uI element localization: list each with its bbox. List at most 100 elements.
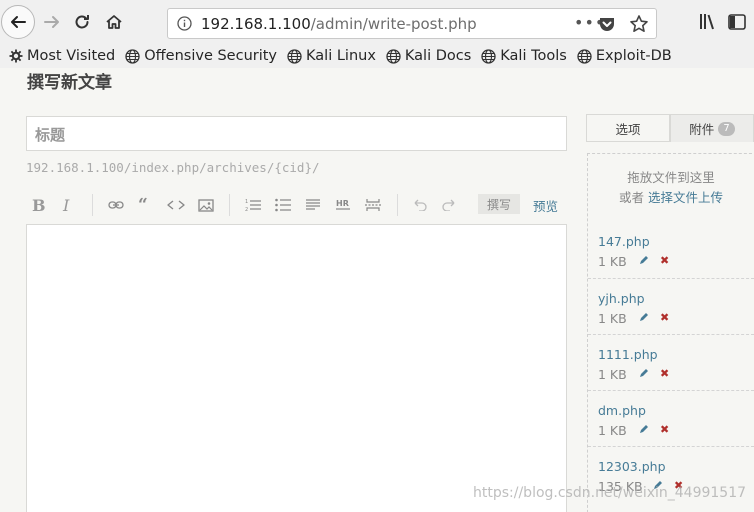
attachment-size: 1 KB: [598, 311, 627, 326]
arrow-left-icon: [11, 16, 26, 28]
tab-attachments-label: 附件: [689, 122, 715, 137]
attachment-name[interactable]: yjh.php: [598, 291, 645, 306]
content-editor[interactable]: [26, 224, 567, 512]
pencil-icon[interactable]: [638, 424, 649, 435]
bookmark-kali-linux[interactable]: Kali Linux: [287, 48, 376, 64]
browser-navbar: 192.168.1.100/admin/write-post.php •••: [0, 0, 754, 44]
reload-icon: [75, 15, 89, 29]
permalink[interactable]: 192.168.1.100/index.php/archives/{cid}/: [26, 160, 320, 175]
page-title: 撰写新文章: [27, 73, 112, 93]
bookmark-most-visited[interactable]: Most Visited: [9, 48, 115, 64]
code-icon: [167, 200, 185, 210]
delete-icon[interactable]: ✖: [660, 311, 669, 324]
svg-text:HR: HR: [336, 199, 349, 208]
link-button[interactable]: [108, 196, 124, 214]
tab-options[interactable]: 选项: [586, 114, 670, 142]
pocket-icon[interactable]: [598, 16, 616, 33]
bookmark-kali-docs[interactable]: Kali Docs: [386, 48, 471, 64]
code-button[interactable]: [167, 196, 185, 214]
globe-icon: [481, 48, 496, 64]
pencil-icon[interactable]: [638, 312, 649, 323]
svg-text:2: 2: [245, 207, 248, 212]
sidebar-tabs: 选项 附件 7: [586, 114, 754, 142]
home-button[interactable]: [98, 6, 130, 38]
attachment-item: 1111.php 1 KB ✖: [588, 334, 754, 390]
pencil-icon[interactable]: [638, 255, 649, 266]
italic-button[interactable]: I: [63, 196, 69, 215]
sidebar-toggle-icon[interactable]: [728, 13, 746, 31]
attachment-size: 1 KB: [598, 367, 627, 382]
forward-button[interactable]: [36, 6, 68, 38]
reload-button[interactable]: [66, 6, 98, 38]
quote-icon: “: [138, 195, 148, 215]
editor-toolbar: B I “ 12 HR 撰写 预览: [26, 190, 567, 220]
bookmark-label: Offensive Security: [144, 48, 278, 64]
url-host: 192.168.1.100: [201, 15, 311, 33]
ordered-list-icon: 12: [245, 199, 261, 212]
undo-icon: [414, 199, 427, 211]
redo-button[interactable]: [442, 196, 456, 214]
unordered-list-icon: [275, 198, 291, 212]
image-icon: [198, 198, 214, 212]
attachment-item: dm.php 1 KB ✖: [588, 390, 754, 446]
attachment-count-badge: 7: [718, 121, 735, 136]
select-file-upload-link[interactable]: 选择文件上传: [648, 190, 723, 205]
ordered-list-button[interactable]: 12: [245, 196, 261, 214]
pencil-icon[interactable]: [638, 368, 649, 379]
heading-icon: [306, 199, 320, 210]
bookmark-offensive-security[interactable]: Offensive Security: [125, 48, 277, 64]
post-title-placeholder: 标题: [35, 126, 66, 144]
attachment-size: 1 KB: [598, 254, 627, 269]
tab-attachments[interactable]: 附件 7: [670, 114, 754, 142]
bookmark-exploit-db[interactable]: Exploit-DB: [577, 48, 672, 64]
delete-icon[interactable]: ✖: [660, 423, 669, 436]
preview-tab[interactable]: 预览: [533, 196, 558, 215]
toolbar-divider: [229, 194, 230, 216]
back-button[interactable]: [1, 5, 35, 39]
url-path: /admin/write-post.php: [310, 15, 477, 33]
attachment-name[interactable]: dm.php: [598, 403, 646, 418]
horizontal-rule-button[interactable]: HR: [335, 196, 351, 214]
bookmark-kali-tools[interactable]: Kali Tools: [481, 48, 567, 64]
image-button[interactable]: [198, 196, 214, 214]
drop-or-text: 或者: [618, 190, 644, 205]
bookmark-label: Most Visited: [27, 48, 116, 64]
delete-icon[interactable]: ✖: [660, 254, 669, 267]
info-icon[interactable]: [177, 16, 192, 31]
toolbar-divider: [92, 194, 93, 216]
watermark: https://blog.csdn.net/weixin_44991517: [473, 485, 747, 501]
attachment-name[interactable]: 1111.php: [598, 347, 658, 362]
redo-icon: [442, 199, 455, 211]
attachment-item: yjh.php 1 KB ✖: [588, 278, 754, 334]
page-break-icon: [365, 199, 381, 211]
star-icon[interactable]: [629, 14, 649, 34]
url-text[interactable]: 192.168.1.100/admin/write-post.php: [201, 15, 477, 33]
more-button[interactable]: [365, 196, 381, 214]
undo-button[interactable]: [413, 196, 427, 214]
link-icon: [108, 201, 124, 209]
heading-button[interactable]: [305, 196, 321, 214]
bookmark-label: Exploit-DB: [595, 48, 672, 64]
arrow-right-icon: [44, 16, 59, 28]
post-title-input[interactable]: 标题: [26, 116, 567, 151]
upload-drop-zone[interactable]: 拖放文件到这里 或者 选择文件上传: [588, 168, 754, 208]
globe-icon: [287, 48, 302, 64]
globe-icon: [386, 48, 401, 64]
bold-button[interactable]: B: [32, 196, 46, 215]
globe-icon: [125, 48, 140, 64]
blockquote-button[interactable]: “: [138, 195, 148, 215]
page-content: 撰写新文章 标题 192.168.1.100/index.php/archive…: [0, 68, 754, 512]
drop-hint: 拖放文件到这里: [627, 170, 715, 185]
hr-icon: HR: [336, 199, 350, 210]
attachment-name[interactable]: 12303.php: [598, 459, 666, 474]
attachment-name[interactable]: 147.php: [598, 234, 650, 249]
bookmark-label: Kali Docs: [404, 48, 472, 64]
write-tab[interactable]: 撰写: [478, 194, 520, 214]
bookmarks-bar: Most Visited Offensive Security Kali Lin…: [0, 44, 754, 68]
unordered-list-button[interactable]: [275, 196, 291, 214]
globe-icon: [577, 48, 592, 64]
library-icon[interactable]: [699, 13, 717, 31]
attachment-panel: 拖放文件到这里 或者 选择文件上传 147.php 1 KB ✖ yjh.php…: [587, 153, 754, 512]
delete-icon[interactable]: ✖: [660, 367, 669, 380]
url-bar[interactable]: 192.168.1.100/admin/write-post.php •••: [167, 8, 657, 39]
